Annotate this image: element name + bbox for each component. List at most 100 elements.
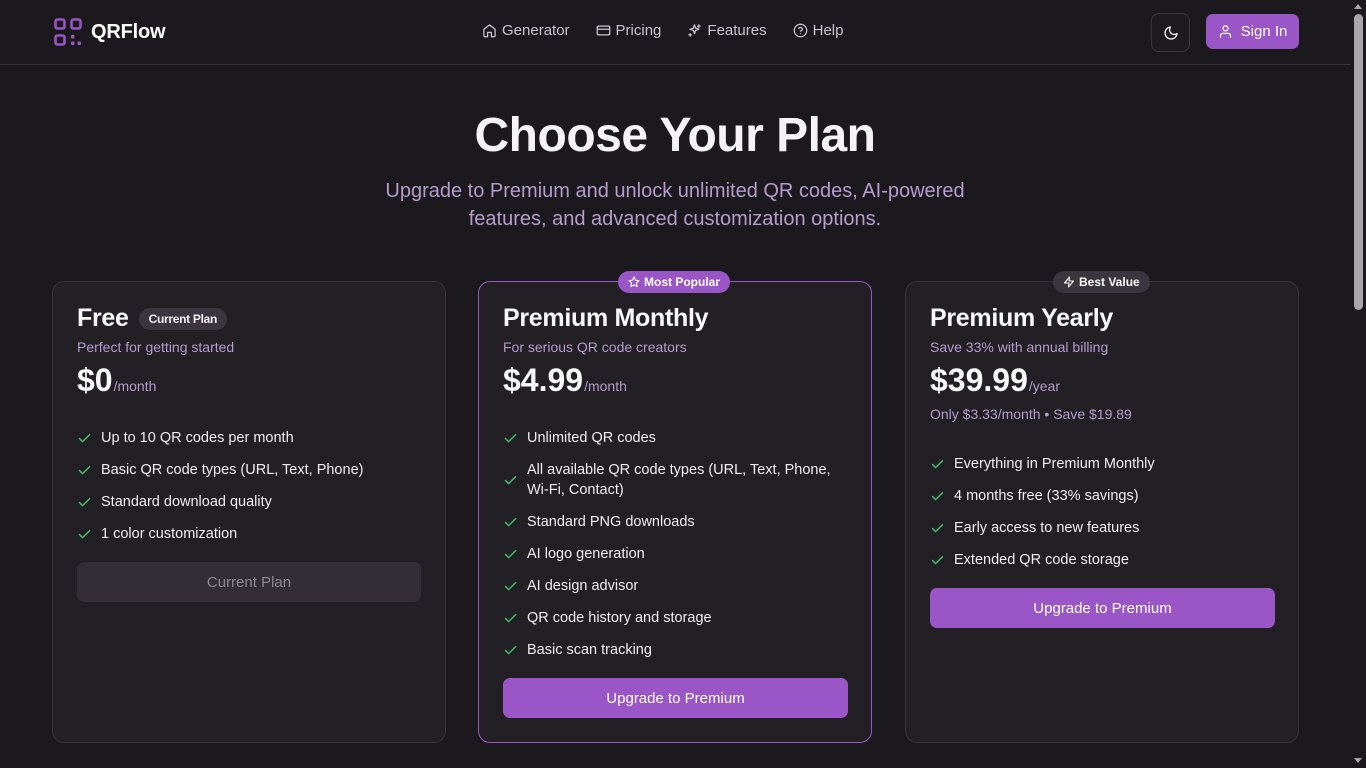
feature-text: Unlimited QR codes: [527, 430, 656, 446]
star-icon: [628, 276, 640, 288]
scroll-thumb[interactable]: [1354, 14, 1363, 310]
upgrade-yearly-button[interactable]: Upgrade to Premium: [930, 588, 1275, 628]
feature-item: Basic QR code types (URL, Text, Phone): [77, 454, 417, 486]
theme-toggle-button[interactable]: [1151, 13, 1190, 52]
feature-item: Standard download quality: [77, 486, 417, 518]
scroll-down-arrow-icon[interactable]: [1354, 758, 1362, 763]
plan-card-premium-yearly: Best Value Premium Yearly Save 33% with …: [905, 271, 1299, 743]
plan-price: $39.99 /year: [930, 362, 1060, 399]
price-amount: $4.99: [503, 362, 584, 398]
feature-text: Early access to new features: [954, 520, 1140, 536]
top-navbar: QRFlow Generator Pricing Features Help S…: [0, 0, 1350, 65]
brand-name: QRFlow: [91, 20, 166, 43]
badge-label: Most Popular: [644, 275, 721, 289]
nav-help-label: Help: [812, 22, 844, 39]
user-icon: [1219, 25, 1231, 38]
check-icon: [78, 529, 91, 538]
moon-icon: [1163, 25, 1178, 40]
feature-list: Unlimited QR codes All available QR code…: [503, 422, 843, 666]
page-title: Choose Your Plan: [474, 109, 876, 162]
price-amount: $0: [77, 362, 113, 398]
check-icon: [931, 523, 944, 532]
nav-features-label: Features: [707, 22, 767, 39]
most-popular-badge: Most Popular: [618, 271, 731, 293]
nav-features[interactable]: Features: [687, 22, 767, 39]
plan-name: Premium Yearly: [930, 304, 1113, 332]
current-plan-badge: Current Plan: [138, 307, 228, 330]
check-icon: [931, 555, 944, 564]
check-icon: [504, 581, 517, 590]
check-icon: [504, 613, 517, 622]
feature-text: AI logo generation: [527, 546, 645, 562]
nav-generator[interactable]: Generator: [482, 22, 570, 39]
check-icon: [931, 459, 944, 468]
upgrade-monthly-button[interactable]: Upgrade to Premium: [503, 678, 848, 718]
plan-title: Premium Yearly: [930, 304, 1113, 333]
badge-label: Best Value: [1079, 275, 1140, 289]
check-icon: [504, 433, 517, 442]
plan-card-free: Free Current Plan Perfect for getting st…: [52, 281, 446, 743]
page-scrollbar[interactable]: [1350, 0, 1366, 768]
plan-description: Perfect for getting started: [77, 339, 235, 355]
feature-text: Everything in Premium Monthly: [954, 456, 1155, 472]
sign-in-button[interactable]: Sign In: [1206, 14, 1299, 49]
best-value-badge: Best Value: [1053, 271, 1150, 293]
feature-item: Unlimited QR codes: [503, 422, 843, 454]
check-icon: [504, 475, 517, 484]
brand-logo[interactable]: QRFlow: [54, 18, 166, 46]
feature-text: QR code history and storage: [527, 610, 712, 626]
feature-text: All available QR code types (URL, Text, …: [527, 462, 831, 498]
feature-item: Early access to new features: [930, 512, 1270, 544]
check-icon: [78, 433, 91, 442]
feature-text: 1 color customization: [101, 526, 238, 542]
plan-description: Save 33% with annual billing: [930, 339, 1109, 355]
price-period: /month: [584, 378, 627, 394]
price-amount: $39.99: [930, 362, 1028, 398]
plan-title: Free Current Plan: [77, 304, 228, 333]
feature-text: Standard download quality: [101, 494, 272, 510]
feature-item: Up to 10 QR codes per month: [77, 422, 417, 454]
feature-item: AI logo generation: [503, 538, 843, 570]
feature-item: AI design advisor: [503, 570, 843, 602]
plan-price: $4.99 /month: [503, 362, 627, 399]
feature-item: Everything in Premium Monthly: [930, 448, 1270, 480]
feature-list: Everything in Premium Monthly 4 months f…: [930, 448, 1270, 576]
check-icon: [78, 497, 91, 506]
feature-text: Up to 10 QR codes per month: [101, 430, 294, 446]
current-plan-button[interactable]: Current Plan: [77, 562, 421, 602]
nav-pricing-label: Pricing: [615, 22, 662, 39]
feature-text: 4 months free (33% savings): [954, 488, 1139, 504]
feature-list: Up to 10 QR codes per month Basic QR cod…: [77, 422, 417, 550]
feature-item: 4 months free (33% savings): [930, 480, 1270, 512]
check-icon: [504, 517, 517, 526]
sign-in-label: Sign In: [1240, 23, 1288, 40]
feature-item: QR code history and storage: [503, 602, 843, 634]
plan-price: $0 /month: [77, 362, 156, 399]
plan-name: Premium Monthly: [503, 304, 709, 332]
nav-help[interactable]: Help: [793, 22, 844, 39]
help-circle-icon: [793, 23, 807, 38]
check-icon: [504, 549, 517, 558]
check-icon: [504, 645, 517, 654]
zap-icon: [1063, 276, 1075, 288]
plan-card-premium-monthly: Most Popular Premium Monthly For serious…: [478, 271, 872, 743]
feature-text: Extended QR code storage: [954, 552, 1129, 568]
page-subtitle: Upgrade to Premium and unlock unlimited …: [385, 180, 965, 230]
plan-title: Premium Monthly: [503, 304, 709, 333]
main-nav: Generator Pricing Features Help: [482, 22, 843, 39]
feature-text: Basic QR code types (URL, Text, Phone): [101, 462, 364, 478]
feature-item: Basic scan tracking: [503, 634, 843, 666]
feature-item: Extended QR code storage: [930, 544, 1270, 576]
price-period: /year: [1028, 378, 1060, 394]
plan-name: Free: [77, 304, 129, 332]
nav-generator-label: Generator: [502, 22, 570, 39]
feature-text: Standard PNG downloads: [527, 514, 695, 530]
home-icon: [483, 24, 496, 38]
plan-description: For serious QR code creators: [503, 339, 687, 355]
sparkles-icon: [688, 24, 702, 37]
nav-pricing[interactable]: Pricing: [596, 22, 662, 39]
credit-card-icon: [596, 25, 610, 36]
check-icon: [78, 465, 91, 474]
scroll-up-arrow-icon[interactable]: [1354, 4, 1362, 9]
feature-item: All available QR code types (URL, Text, …: [503, 454, 843, 506]
